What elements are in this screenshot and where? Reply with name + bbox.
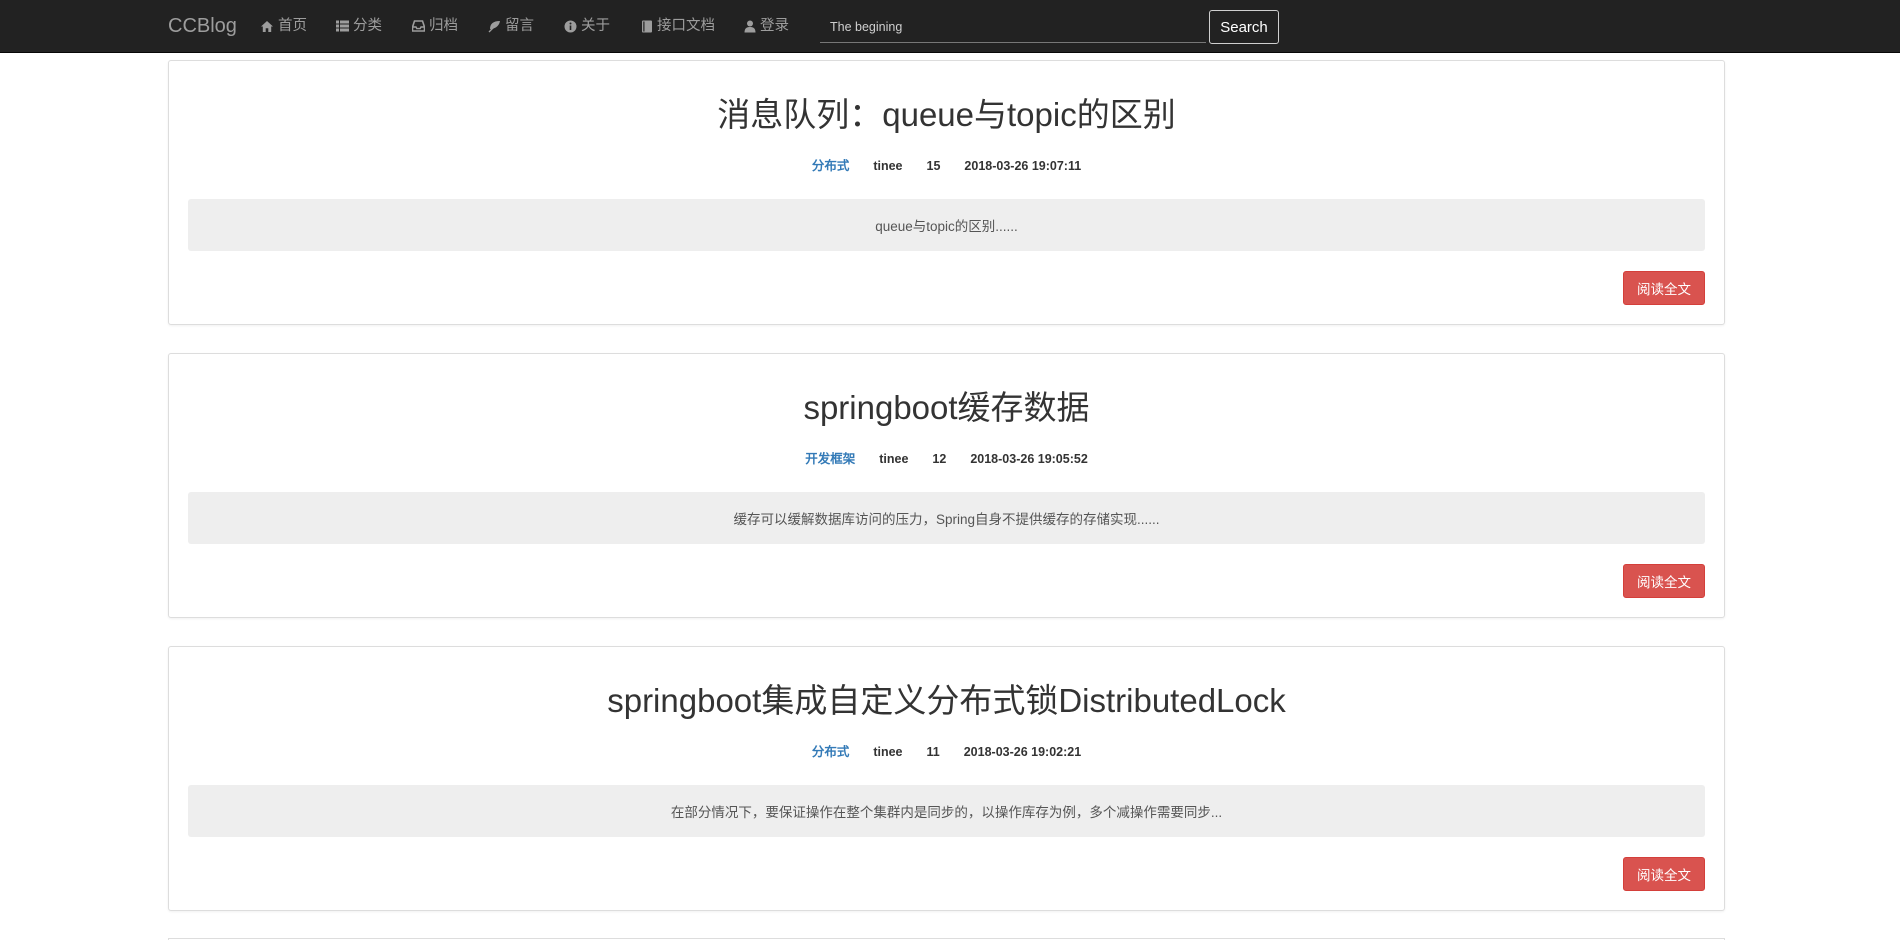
- read-more-button[interactable]: 阅读全文: [1623, 271, 1705, 305]
- post-title[interactable]: springboot缓存数据: [169, 388, 1724, 428]
- post-meta: 分布式 tinee 11 2018-03-26 19:02:21: [169, 744, 1724, 760]
- post-views: 12: [932, 452, 947, 466]
- user-icon: [744, 20, 756, 32]
- leaf-icon: [488, 20, 500, 32]
- nav-item-message[interactable]: 留言: [488, 16, 534, 36]
- nav-item-category[interactable]: 分类: [336, 16, 382, 36]
- post-author: tinee: [873, 745, 903, 759]
- read-more-button[interactable]: 阅读全文: [1623, 857, 1705, 891]
- post-date: 2018-03-26 19:05:52: [970, 452, 1088, 466]
- post-author: tinee: [879, 452, 909, 466]
- nav-label-home: 首页: [278, 18, 307, 34]
- post-card: springboot缓存数据 开发框架 tinee 12 2018-03-26 …: [168, 353, 1725, 618]
- nav-label-message: 留言: [505, 18, 534, 34]
- post-summary: 在部分情况下，要保证操作在整个集群内是同步的，以操作库存为例，多个减操作需要同步…: [188, 785, 1705, 837]
- nav-item-about[interactable]: 关于: [564, 16, 610, 36]
- post-category-link[interactable]: 分布式: [812, 158, 850, 174]
- post-meta: 开发框架 tinee 12 2018-03-26 19:05:52: [169, 451, 1724, 467]
- brand-link[interactable]: CCBlog: [168, 15, 237, 37]
- list-icon: [336, 20, 349, 32]
- nav-label-category: 分类: [353, 18, 382, 34]
- home-icon: [261, 20, 273, 32]
- post-views: 11: [926, 745, 940, 759]
- post-title[interactable]: 消息队列：queue与topic的区别: [169, 95, 1724, 135]
- nav-label-login: 登录: [760, 18, 789, 34]
- nav-item-login[interactable]: 登录: [744, 16, 789, 36]
- info-circle-icon: [564, 20, 577, 32]
- post-meta: 分布式 tinee 15 2018-03-26 19:07:11: [169, 158, 1724, 174]
- search-input[interactable]: [820, 12, 1206, 43]
- nav-item-api-docs[interactable]: 接口文档: [641, 16, 715, 36]
- nav-item-home[interactable]: 首页: [260, 16, 307, 36]
- post-card: springboot集成自定义分布式锁DistributedLock 分布式 t…: [168, 646, 1725, 911]
- post-views: 15: [926, 159, 941, 173]
- nav-label-api-docs: 接口文档: [657, 18, 715, 34]
- post-author: tinee: [873, 159, 903, 173]
- post-category-link[interactable]: 分布式: [812, 744, 850, 760]
- nav-label-archive: 归档: [429, 18, 458, 34]
- post-card: 消息队列：queue与topic的区别 分布式 tinee 15 2018-03…: [168, 60, 1725, 325]
- post-summary: queue与topic的区别......: [188, 199, 1705, 251]
- nav-label-about: 关于: [581, 18, 610, 34]
- post-summary: 缓存可以缓解数据库访问的压力，Spring自身不提供缓存的存储实现......: [188, 492, 1705, 544]
- search-button[interactable]: Search: [1209, 10, 1279, 44]
- nav-item-archive[interactable]: 归档: [412, 16, 458, 36]
- post-title[interactable]: springboot集成自定义分布式锁DistributedLock: [169, 681, 1724, 721]
- navbar: CCBlog 首页 分类 归档 留言 关于 接口文档 登录 The begini…: [0, 0, 1900, 53]
- inbox-icon: [412, 20, 425, 32]
- page: CCBlog 首页 分类 归档 留言 关于 接口文档 登录 The begini…: [0, 0, 1900, 940]
- post-date: 2018-03-26 19:07:11: [964, 159, 1082, 173]
- post-category-link[interactable]: 开发框架: [805, 451, 855, 467]
- book-icon: [642, 20, 652, 32]
- read-more-button[interactable]: 阅读全文: [1623, 564, 1705, 598]
- post-date: 2018-03-26 19:02:21: [963, 745, 1082, 759]
